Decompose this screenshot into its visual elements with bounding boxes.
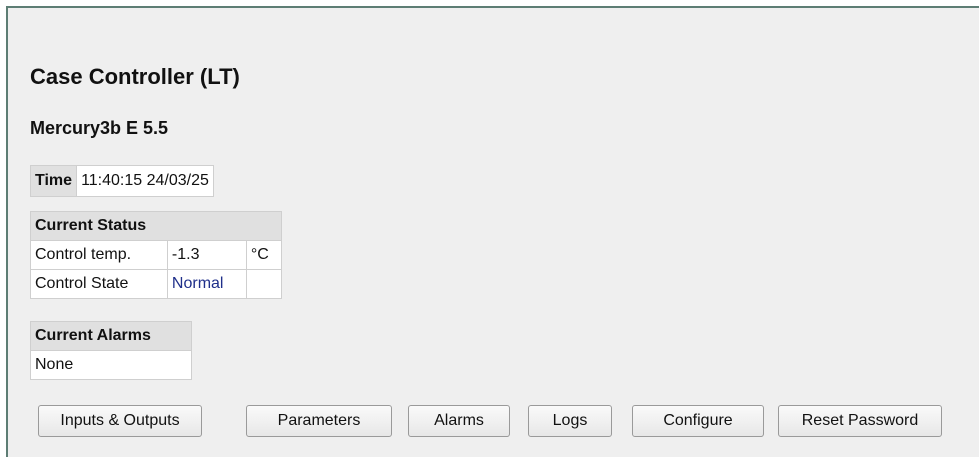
logs-button[interactable]: Logs [528, 405, 612, 437]
current-status-table: Current Status Control temp. -1.3 °C Con… [30, 211, 283, 299]
control-state-label: Control State [30, 269, 168, 299]
controller-panel: Case Controller (LT) Mercury3b E 5.5 Tim… [6, 6, 979, 457]
current-alarms-table: Current Alarms None [30, 321, 192, 380]
control-temp-value: -1.3 [166, 240, 247, 270]
time-table: Time 11:40:15 24/03/25 [29, 165, 214, 197]
current-alarms-value: None [30, 350, 192, 380]
time-value: 11:40:15 24/03/25 [76, 165, 214, 197]
table-row: None [30, 350, 192, 380]
control-state-value: Normal [166, 269, 247, 299]
parameters-button[interactable]: Parameters [246, 405, 392, 437]
page-title: Case Controller (LT) [30, 64, 240, 89]
table-row: Control temp. -1.3 °C [30, 240, 283, 270]
inputs-outputs-button[interactable]: Inputs & Outputs [38, 405, 202, 437]
current-status-heading: Current Status [30, 211, 282, 241]
table-row: Control State Normal [30, 269, 283, 299]
configure-button[interactable]: Configure [632, 405, 764, 437]
control-temp-unit: °C [245, 240, 283, 270]
control-temp-label: Control temp. [30, 240, 168, 270]
control-state-unit [245, 269, 283, 299]
time-label: Time [29, 165, 78, 197]
current-alarms-heading: Current Alarms [30, 321, 192, 351]
device-version: Mercury3b E 5.5 [30, 118, 169, 138]
alarms-button[interactable]: Alarms [408, 405, 510, 437]
reset-password-button[interactable]: Reset Password [778, 405, 942, 437]
